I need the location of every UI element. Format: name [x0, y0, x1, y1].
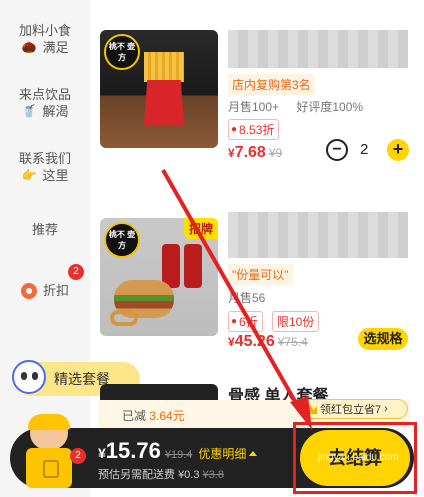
discount-text: 6折: [239, 315, 258, 329]
sidebar-item-drinks[interactable]: 来点饮品 🥤 解渴: [0, 86, 90, 120]
fries-box-graphic: [144, 80, 184, 126]
original-price: ¥9: [268, 146, 283, 160]
brand-logo: 桃不 壶方: [104, 34, 140, 70]
price-value: 45.26: [234, 333, 275, 350]
product-image-combo[interactable]: 桃不 壶方 招牌: [100, 218, 218, 336]
product-price: ¥45.26 ¥75.4: [228, 333, 308, 350]
price-value: 7.68: [234, 144, 266, 161]
delivery-fee-label: 预估另需配送费: [98, 469, 175, 481]
delivery-fee-line: 预估另需配送费 ¥0.3 ¥3.8: [98, 466, 224, 482]
coupon-button[interactable]: 领红包立省7 ›: [298, 399, 408, 419]
sidebar-item-snacks[interactable]: 加料小食 🌰 满足: [0, 22, 90, 56]
decrease-quantity-button[interactable]: −: [326, 139, 348, 161]
sidebar-item-label: 联系我们: [18, 151, 71, 166]
signature-tag: 招牌: [183, 218, 218, 239]
fire-icon: ●: [231, 316, 238, 327]
pointing-hand-icon: 👉: [21, 168, 37, 182]
review-quote-tag: "份量可以": [228, 264, 293, 285]
discount-text: 8.53折: [239, 123, 275, 137]
delivery-fee-value: ¥0.3: [178, 469, 200, 481]
discount-tag: ● 8.53折: [228, 119, 280, 140]
quantity-value: 2: [360, 141, 369, 158]
sidebar-item-label: 折扣: [42, 283, 69, 298]
chevron-up-icon[interactable]: [249, 451, 258, 456]
cola-bottle-graphic: [184, 244, 202, 288]
savings-text: 已减 3.64元: [122, 407, 185, 424]
cart-original-total: ¥19.4: [164, 449, 193, 461]
chestnut-icon: 🌰: [21, 40, 37, 54]
select-spec-button[interactable]: 选规格: [358, 328, 408, 350]
repurchase-rank-badge: 店内复购第3名: [228, 74, 315, 95]
discount-tag: ● 6折: [228, 311, 263, 332]
sidebar-item-sublabel: 满足: [42, 40, 69, 55]
blurred-product-name: [228, 30, 408, 68]
delivery-fee-original: ¥3.8: [202, 469, 224, 481]
original-price: ¥75.4: [277, 335, 308, 349]
purchase-limit-tag: 限10份: [272, 311, 320, 332]
sidebar-item-sublabel: 解渴: [42, 104, 69, 119]
cart-total-value: 15.76: [105, 438, 161, 463]
sidebar-item-sublabel: 这里: [42, 168, 69, 183]
sidebar-item-contact[interactable]: 联系我们 👉 这里: [0, 150, 90, 184]
sidebar-item-discount[interactable]: 折扣: [0, 282, 90, 299]
chevron-right-icon: ›: [384, 403, 388, 415]
monthly-sales: 月售100+: [228, 100, 280, 114]
product-image-fries[interactable]: 桃不 壶方: [100, 30, 218, 148]
savings-amount: 3.64元: [149, 409, 185, 423]
fries-graphic: [144, 52, 184, 82]
brand-logo: 桃不 壶方: [104, 222, 140, 258]
sidebar-item-label: 来点饮品: [18, 87, 71, 102]
sidebar-item-label: 推荐: [31, 222, 58, 237]
increase-quantity-button[interactable]: +: [387, 139, 409, 161]
location-pin-icon: [20, 282, 37, 299]
drink-icon: 🥤: [21, 104, 37, 118]
crown-icon: [303, 404, 317, 414]
savings-label: 已减: [122, 409, 147, 423]
discount-detail-link[interactable]: 优惠明细: [198, 445, 246, 462]
cart-total: ¥ 15.76 ¥19.4 优惠明细: [98, 438, 258, 464]
product-stats: 月售100+ 好评度100%: [228, 98, 377, 115]
highlight-box: [293, 422, 417, 494]
fire-icon: ●: [231, 124, 238, 135]
robot-mascot-icon: [12, 360, 46, 394]
onion-rings-graphic: [110, 310, 138, 326]
blurred-product-name: [228, 212, 408, 258]
sidebar-item-label: 加料小食: [18, 23, 71, 38]
cart-count-badge: 2: [70, 448, 86, 464]
discount-count-badge: 2: [68, 264, 84, 280]
monthly-sales: 月售56: [228, 291, 266, 305]
rating: 好评度100%: [296, 100, 364, 114]
product-price: ¥7.68 ¥9: [228, 144, 283, 161]
coupon-label: 领红包立省7: [320, 404, 382, 416]
sidebar-item-recommend[interactable]: 推荐: [0, 221, 90, 238]
